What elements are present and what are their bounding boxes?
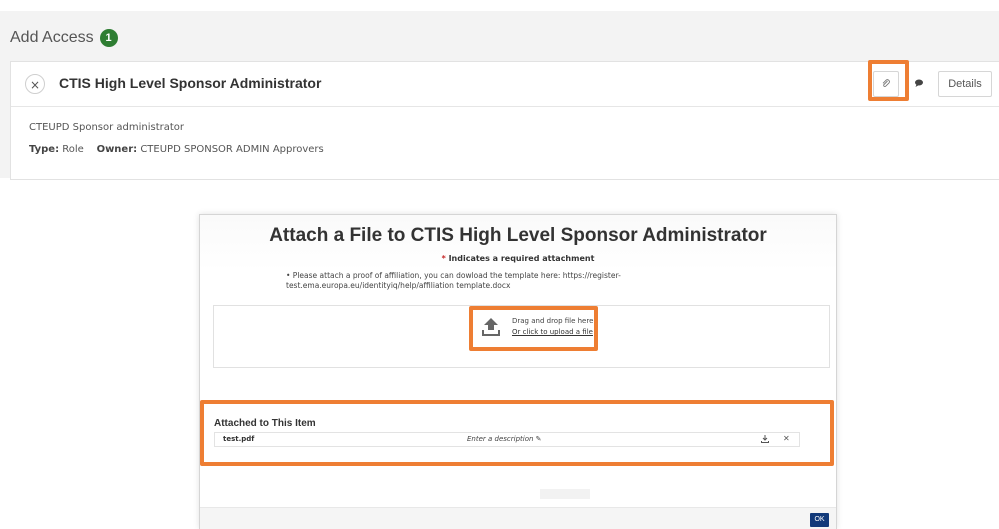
type-value: Role — [62, 144, 84, 155]
highlight-attached-section — [200, 400, 834, 466]
remove-role-button[interactable]: × — [25, 74, 45, 94]
count-badge: 1 — [99, 29, 118, 47]
modal-footer — [200, 507, 836, 529]
role-description: CTEUPD Sponsor administrator — [29, 122, 185, 133]
comment-icon — [915, 79, 923, 87]
role-card-header: × CTIS High Level Sponsor Administrator … — [11, 62, 999, 107]
section-header: Add Access 1 — [10, 29, 118, 47]
owner-value: CTEUPD SPONSOR ADMIN Approvers — [140, 144, 324, 155]
owner-label: Owner: — [96, 144, 138, 155]
role-card: × CTIS High Level Sponsor Administrator … — [10, 61, 999, 180]
section-title: Add Access — [10, 29, 94, 46]
background-bar — [540, 489, 590, 499]
role-title: CTIS High Level Sponsor Administrator — [59, 75, 322, 91]
attachment-instructions: • Please attach a proof of affiliation, … — [286, 271, 621, 290]
details-button[interactable]: Details — [938, 71, 992, 97]
modal-title: Attach a File to CTIS High Level Sponsor… — [269, 225, 767, 246]
comment-button[interactable] — [907, 71, 931, 97]
attach-file-modal: Attach a File to CTIS High Level Sponsor… — [199, 214, 837, 529]
required-star: * — [441, 254, 446, 263]
required-note: * Indicates a required attachment — [200, 254, 836, 263]
role-metadata: Type: Role Owner: CTEUPD SPONSOR ADMIN A… — [29, 144, 324, 155]
type-label: Type: — [29, 144, 60, 155]
highlight-upload-area — [469, 306, 598, 351]
ok-button[interactable]: OK — [810, 513, 829, 527]
add-access-panel: Add Access 1 × CTIS High Level Sponsor A… — [0, 11, 999, 180]
highlight-attach-button — [868, 60, 909, 101]
required-note-text: Indicates a required attachment — [448, 254, 595, 263]
